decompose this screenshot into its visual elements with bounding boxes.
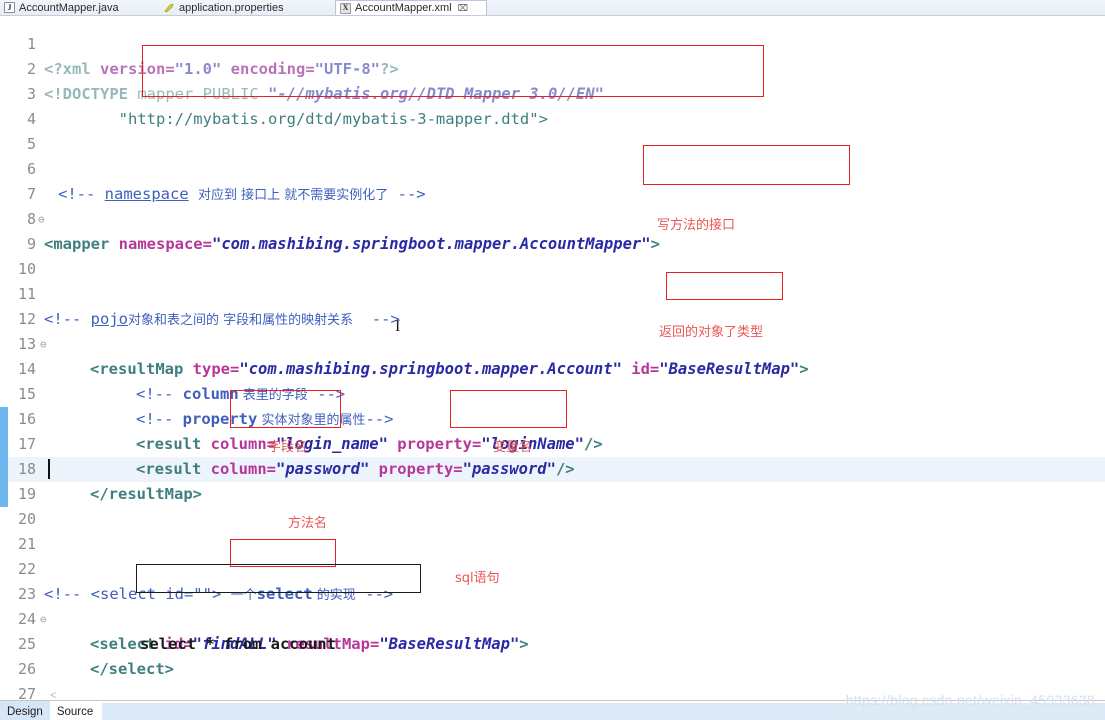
- code-line: 2 <!DOCTYPE mapper PUBLIC "-//mybatis.or…: [0, 32, 1105, 103]
- code-line: 16 <result column="login_name" property=…: [0, 382, 1105, 453]
- sql-note-label: sql语句: [455, 571, 500, 586]
- code-line: 11 <!-- pojo对象和表之间的 字段和属性的映射关系 -->: [0, 257, 1105, 328]
- code-line: 10: [0, 232, 1105, 278]
- code-line: 1 <?xml version="1.0" encoding="UTF-8"?>: [0, 16, 1105, 78]
- field-name-note-label: 字段名: [268, 440, 308, 455]
- code-line: 6 <!-- namespace 对应到 接口上 就不需要实例化了 -->: [0, 132, 1105, 203]
- tab-label: application.properties: [179, 1, 284, 14]
- code-line: 13: [0, 307, 1105, 353]
- tab-label: AccountMapper.java: [19, 1, 119, 14]
- code-line: 21: [0, 507, 1105, 553]
- code-line: 23 ⊖ <select id="findALL" resultMap="Bas…: [0, 557, 1105, 653]
- method-name-note-label: 方法名: [288, 516, 328, 531]
- horizontal-scroll-hint: <: [50, 688, 58, 700]
- code-line: 8: [0, 182, 1105, 228]
- code-line: 24 select * from account: [0, 582, 1105, 653]
- code-line: 25 </select>: [0, 607, 1105, 678]
- properties-file-icon: [164, 2, 175, 13]
- tab-account-mapper-java[interactable]: J AccountMapper.java: [0, 0, 160, 15]
- xml-file-icon: X: [340, 2, 351, 14]
- bottom-tab-design[interactable]: Design: [0, 701, 50, 720]
- code-lines: 1 <?xml version="1.0" encoding="UTF-8"?>…: [0, 16, 1105, 700]
- code-line: 17 <result column="password" property="p…: [0, 407, 1105, 478]
- bottom-tab-source[interactable]: Source: [50, 701, 100, 720]
- eclipse-xml-editor-window: J AccountMapper.java application.propert…: [0, 0, 1105, 720]
- code-line: 18 </resultMap>: [0, 432, 1105, 503]
- code-line: 27: [0, 657, 1105, 700]
- tab-label: AccountMapper.xml: [355, 2, 452, 14]
- code-line: 7 ⊖ <mapper namespace="com.mashibing.spr…: [0, 157, 1105, 253]
- code-line: 4: [0, 82, 1105, 128]
- close-icon[interactable]: ⌧: [458, 3, 468, 14]
- text-cursor-ibeam: I: [395, 318, 401, 335]
- code-line: 14 <!-- column 表里的字段 -->: [0, 332, 1105, 403]
- watermark-text: https://blog.csdn.net/weixin_45933638: [845, 692, 1095, 708]
- code-line: 19: [0, 457, 1105, 503]
- variable-name-note-label: 变量名: [493, 440, 533, 455]
- code-line: 3 "http://mybatis.org/dtd/mybatis-3-mapp…: [0, 57, 1105, 128]
- code-line: 22 <!-- <select id=""> 一个select 的实现 -->: [0, 532, 1105, 603]
- bottom-tab-label: Design: [7, 705, 43, 718]
- bottom-tab-label: Source: [56, 705, 94, 718]
- code-line: 15 <!-- property 实体对象里的属性-->: [0, 357, 1105, 428]
- tab-account-mapper-xml[interactable]: X AccountMapper.xml ⌧: [335, 0, 487, 15]
- code-line: 9: [0, 207, 1105, 253]
- java-file-icon: J: [4, 2, 15, 13]
- code-line: 12 ⊖ <resultMap type="com.mashibing.spri…: [0, 282, 1105, 378]
- editor-tab-bar: J AccountMapper.java application.propert…: [0, 0, 1105, 16]
- code-line: 26: [0, 632, 1105, 678]
- code-editor-area[interactable]: 1 <?xml version="1.0" encoding="UTF-8"?>…: [0, 16, 1105, 700]
- code-line: 20: [0, 482, 1105, 528]
- tab-application-properties[interactable]: application.properties: [160, 0, 335, 15]
- code-line: 5: [0, 107, 1105, 153]
- interface-note-label: 写方法的接口: [657, 218, 736, 233]
- return-type-note-label: 返回的对象了类型: [659, 325, 764, 340]
